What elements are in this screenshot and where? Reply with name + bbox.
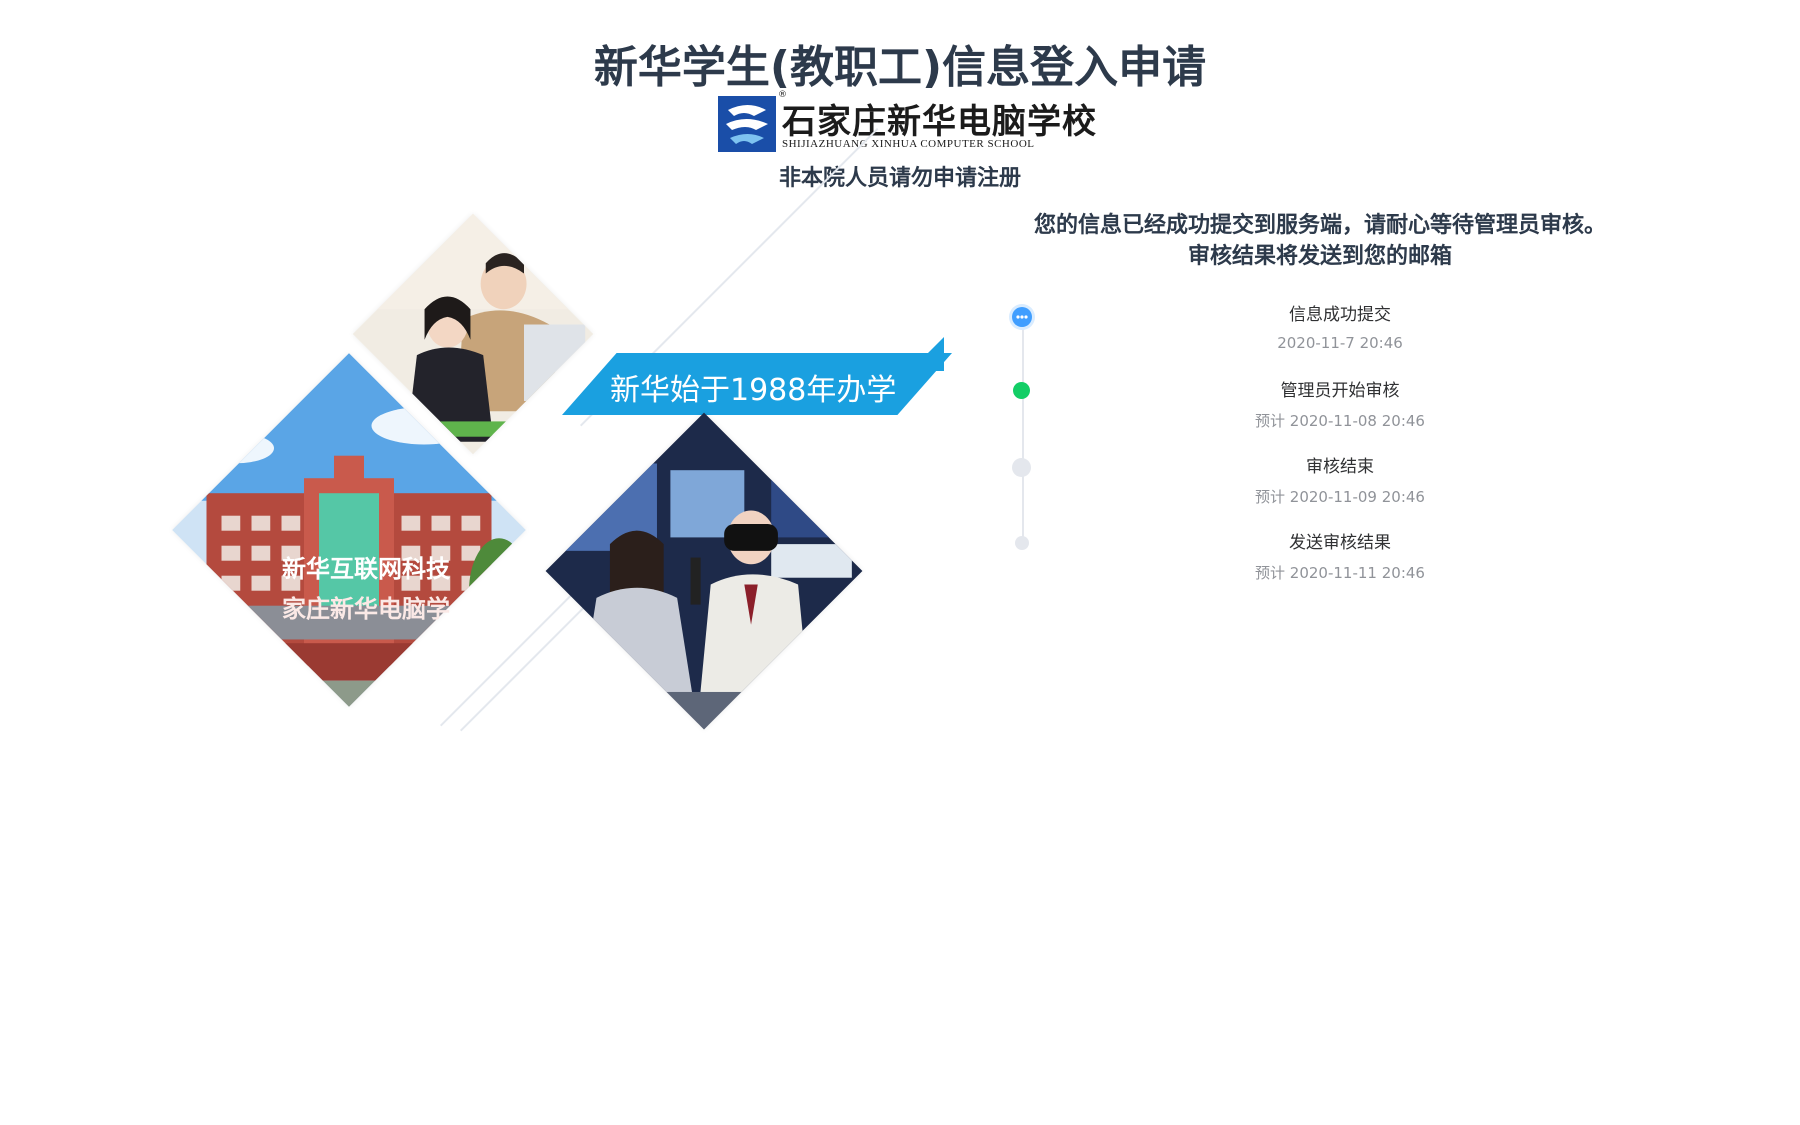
timeline-title: 发送审核结果 (1289, 533, 1391, 553)
page: 新华学生(教职工)信息登入申请 ® 石家庄新华电脑学校 SHIJIAZHUANG… (0, 0, 1800, 1125)
promo-illustration: 新华始于1988年办学 新华互联网科技 家庄新华电脑学 (170, 128, 970, 825)
submission-status-message: 您的信息已经成功提交到服务端，请耐心等待管理员审核。 审核结果将发送到您的邮箱 (1000, 210, 1640, 272)
timeline-time: 预计 2020-11-09 20:46 (1255, 488, 1425, 506)
logo-name-en: SHIJIAZHUANG XINHUA COMPUTER SCHOOL (782, 138, 1035, 150)
review-timeline: 信息成功提交 2020-11-7 20:46 管理员开始审核 预计 2020-1… (1010, 300, 1610, 582)
timeline-dot-pending-icon (1015, 536, 1029, 550)
logo-name-cn: 石家庄新华电脑学校 (782, 102, 1097, 142)
timeline-time: 2020-11-7 20:46 (1277, 334, 1403, 352)
page-title: 新华学生(教职工)信息登入申请 (593, 42, 1207, 93)
timeline-time: 预计 2020-11-11 20:46 (1255, 564, 1425, 582)
logo-mark-icon (718, 96, 776, 152)
timeline-dot-pending-icon (1012, 458, 1031, 477)
timeline-dot-success-icon (1013, 382, 1030, 399)
timeline-item: 管理员开始审核 预计 2020-11-08 20:46 (1010, 376, 1610, 446)
status-line-1: 您的信息已经成功提交到服务端，请耐心等待管理员审核。 (1033, 213, 1606, 238)
school-logo: ® 石家庄新华电脑学校 SHIJIAZHUANG XINHUA COMPUTER… (718, 90, 1096, 152)
header: 新华学生(教职工)信息登入申请 (0, 40, 1800, 96)
timeline-title: 信息成功提交 (1289, 305, 1391, 325)
timeline-time: 预计 2020-11-08 20:46 (1255, 412, 1425, 430)
school-sign-top: 新华互联网科技 (282, 554, 450, 583)
timeline-item: 发送审核结果 预计 2020-11-11 20:46 (1010, 528, 1610, 598)
timeline-dot-in-progress-icon (1012, 307, 1032, 327)
status-line-2: 审核结果将发送到您的邮箱 (1187, 244, 1452, 269)
timeline-item: 信息成功提交 2020-11-7 20:46 (1010, 300, 1610, 370)
timeline-item: 审核结束 预计 2020-11-09 20:46 (1010, 452, 1610, 522)
registration-notice: 非本院人员请勿申请注册 (778, 166, 1021, 191)
timeline-title: 管理员开始审核 (1280, 381, 1400, 401)
timeline-title: 审核结束 (1306, 457, 1374, 477)
founded-banner-text: 新华始于1988年办学 (610, 373, 897, 408)
school-sign-bottom: 家庄新华电脑学 (282, 594, 450, 623)
vr-lab-photo (545, 412, 863, 730)
